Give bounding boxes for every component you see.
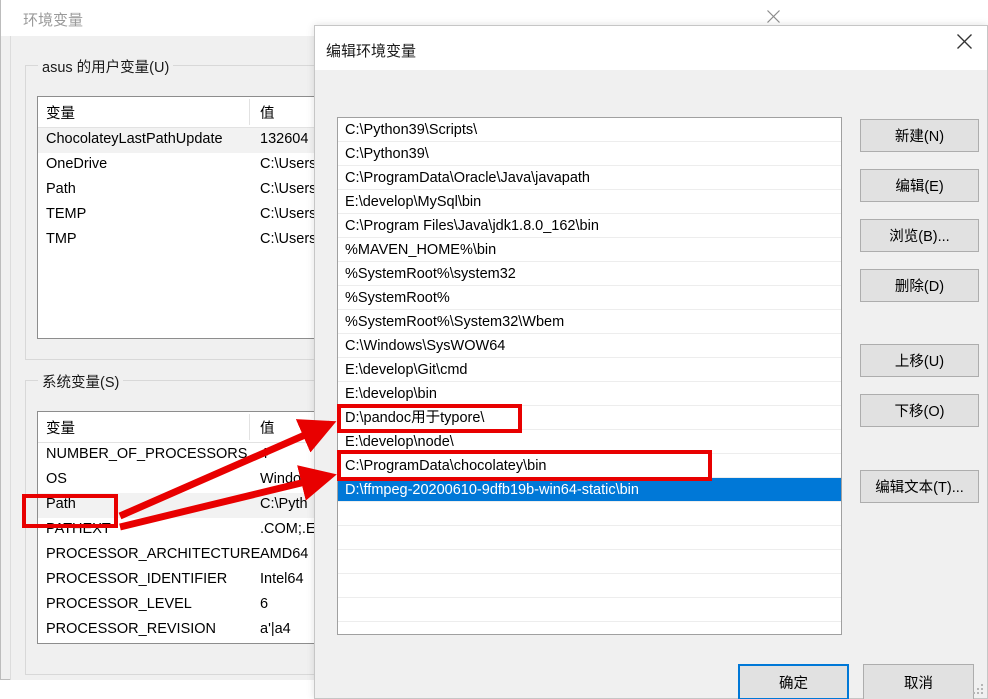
path-entry[interactable] — [338, 550, 841, 574]
variable-value: AMD64 — [260, 546, 309, 562]
variable-value: C:\Users — [260, 206, 317, 222]
variable-value: a'|a4 — [260, 621, 291, 637]
variable-value: C:\Pyth — [260, 496, 308, 512]
path-entry[interactable]: %SystemRoot%\system32 — [338, 262, 841, 286]
system-col-name: 变量 — [46, 421, 75, 437]
new-button[interactable]: 新建(N) — [860, 119, 979, 152]
path-entry[interactable]: C:\Python39\ — [338, 142, 841, 166]
variable-value: C:\Users — [260, 231, 317, 247]
path-entry[interactable]: C:\ProgramData\Oracle\Java\javapath — [338, 166, 841, 190]
delete-button[interactable]: 删除(D) — [860, 269, 979, 302]
path-entry[interactable]: E:\develop\node\ — [338, 430, 841, 454]
column-separator — [249, 99, 250, 125]
variable-value: .COM;.E — [260, 521, 316, 537]
path-entry[interactable]: C:\ProgramData\chocolatey\bin — [338, 454, 841, 478]
cancel-button[interactable]: 取消 — [863, 664, 974, 699]
path-entry[interactable]: C:\Windows\SysWOW64 — [338, 334, 841, 358]
variable-value: 6 — [260, 596, 269, 612]
dialog-body: C:\Python39\Scripts\ C:\Python39\ C:\Progr… — [315, 70, 987, 699]
variable-name: Path — [46, 181, 76, 197]
variable-value: 4 — [260, 446, 269, 462]
user-variables-group-title: asus 的用户变量(U) — [38, 56, 174, 77]
path-entry[interactable]: C:\Program Files\Java\jdk1.8.0_162\bin — [338, 214, 841, 238]
dialog-titlebar: 编辑环境变量 — [315, 26, 987, 70]
path-entry[interactable]: C:\Python39\Scripts\ — [338, 118, 841, 142]
path-entry[interactable] — [338, 598, 841, 622]
variable-name: ChocolateyLastPathUpdate — [46, 131, 223, 147]
browse-button[interactable]: 浏览(B)... — [860, 219, 979, 252]
variable-name: PROCESSOR_IDENTIFIER — [46, 571, 228, 587]
path-entry[interactable] — [338, 526, 841, 550]
user-col-name: 变量 — [46, 106, 75, 122]
column-separator — [249, 414, 250, 440]
path-entry[interactable]: D:\pandoc用于typore\ — [338, 406, 841, 430]
variable-name: PATHEXT — [46, 521, 111, 537]
path-entry-selected[interactable]: D:\ffmpeg-20200610-9dfb19b-win64-static\… — [338, 478, 841, 502]
path-entry[interactable] — [338, 574, 841, 598]
move-down-button[interactable]: 下移(O) — [860, 394, 979, 427]
edit-button[interactable]: 编辑(E) — [860, 169, 979, 202]
variable-name: OS — [46, 471, 67, 487]
path-entry[interactable] — [338, 622, 841, 634]
path-entry[interactable]: %SystemRoot% — [338, 286, 841, 310]
variable-name: TEMP — [46, 206, 87, 222]
variable-value: C:\Users — [260, 181, 317, 197]
system-col-value: 值 — [260, 421, 275, 437]
close-icon[interactable] — [941, 26, 987, 57]
screen: 环境变量 asus 的用户变量(U) 变量 值 ChocolateyLastPa… — [0, 0, 988, 699]
path-entry[interactable]: E:\develop\Git\cmd — [338, 358, 841, 382]
variable-name: TMP — [46, 231, 77, 247]
path-entry[interactable]: E:\develop\bin — [338, 382, 841, 406]
variable-value: Windo — [260, 471, 302, 487]
move-up-button[interactable]: 上移(U) — [860, 344, 979, 377]
user-col-value: 值 — [260, 106, 275, 122]
variable-name: OneDrive — [46, 156, 108, 172]
variable-name: PROCESSOR_ARCHITECTURE — [46, 546, 261, 562]
ok-button[interactable]: 确定 — [738, 664, 849, 699]
variable-name: PROCESSOR_REVISION — [46, 621, 217, 637]
variable-name: PROCESSOR_LEVEL — [46, 596, 192, 612]
variable-name: NUMBER_OF_PROCESSORS — [46, 446, 248, 462]
resize-grip[interactable] — [971, 682, 983, 694]
path-entry[interactable]: %MAVEN_HOME%\bin — [338, 238, 841, 262]
dialog-title: 编辑环境变量 — [326, 43, 417, 60]
path-entry[interactable]: %SystemRoot%\System32\Wbem — [338, 310, 841, 334]
path-entry[interactable]: E:\develop\MySql\bin — [338, 190, 841, 214]
path-entries-list[interactable]: C:\Python39\Scripts\ C:\Python39\ C:\Progr… — [337, 117, 842, 635]
system-variables-group-title: 系统变量(S) — [38, 371, 124, 392]
variable-value: C:\Users — [260, 156, 317, 172]
variable-value: Intel64 — [260, 571, 304, 587]
edit-text-button[interactable]: 编辑文本(T)... — [860, 470, 979, 503]
path-entry[interactable] — [338, 502, 841, 526]
variable-name: Path — [46, 496, 76, 512]
background-window-title: 环境变量 — [23, 12, 84, 29]
variable-value: 132604 — [260, 131, 309, 147]
edit-environment-variable-dialog: 编辑环境变量 C:\Python39\Scripts\ C:\Python39\ C… — [314, 25, 988, 699]
